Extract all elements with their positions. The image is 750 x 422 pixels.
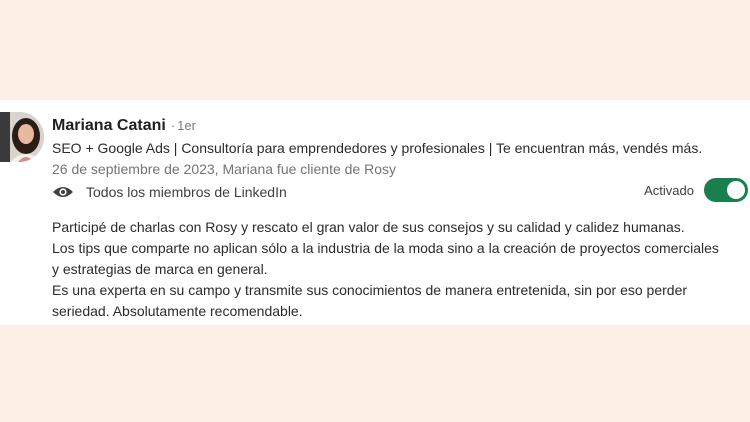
separator-dot: · xyxy=(170,118,176,133)
text-line: Los tips que comparte no aplican sólo a … xyxy=(52,240,719,256)
author-name[interactable]: Mariana Catani xyxy=(52,117,166,134)
visibility-toggle-area: Activado xyxy=(644,178,748,202)
author-headline: SEO + Google Ads | Consultoría para empr… xyxy=(52,140,703,156)
avatar[interactable] xyxy=(0,112,44,162)
visibility-toggle[interactable] xyxy=(704,178,748,202)
toggle-label: Activado xyxy=(644,182,694,198)
visibility-label: Todos los miembros de LinkedIn xyxy=(86,184,287,200)
visibility-row: Todos los miembros de LinkedIn xyxy=(52,180,287,204)
recommendation-text: Participé de charlas con Rosy y rescato … xyxy=(52,217,750,322)
name-row: Mariana Catani · 1er xyxy=(52,114,750,138)
recommendation-date: 26 de septiembre de 2023, Mariana fue cl… xyxy=(52,161,396,177)
text-line: y estrategias de marca en general. xyxy=(52,261,268,277)
text-line: Participé de charlas con Rosy y rescato … xyxy=(52,219,685,235)
toggle-knob[interactable] xyxy=(727,181,745,199)
text-line: Es una experta en su campo y transmite s… xyxy=(52,282,688,298)
recommendation-header: Mariana Catani · 1er SEO + Google Ads | Co… xyxy=(52,114,750,180)
eye-icon xyxy=(53,187,73,197)
connection-degree: 1er xyxy=(177,118,196,133)
text-line: seriedad. Absolutamente recomendable. xyxy=(52,303,303,319)
recommendation-card: Mariana Catani · 1er SEO + Google Ads | Co… xyxy=(0,100,750,325)
